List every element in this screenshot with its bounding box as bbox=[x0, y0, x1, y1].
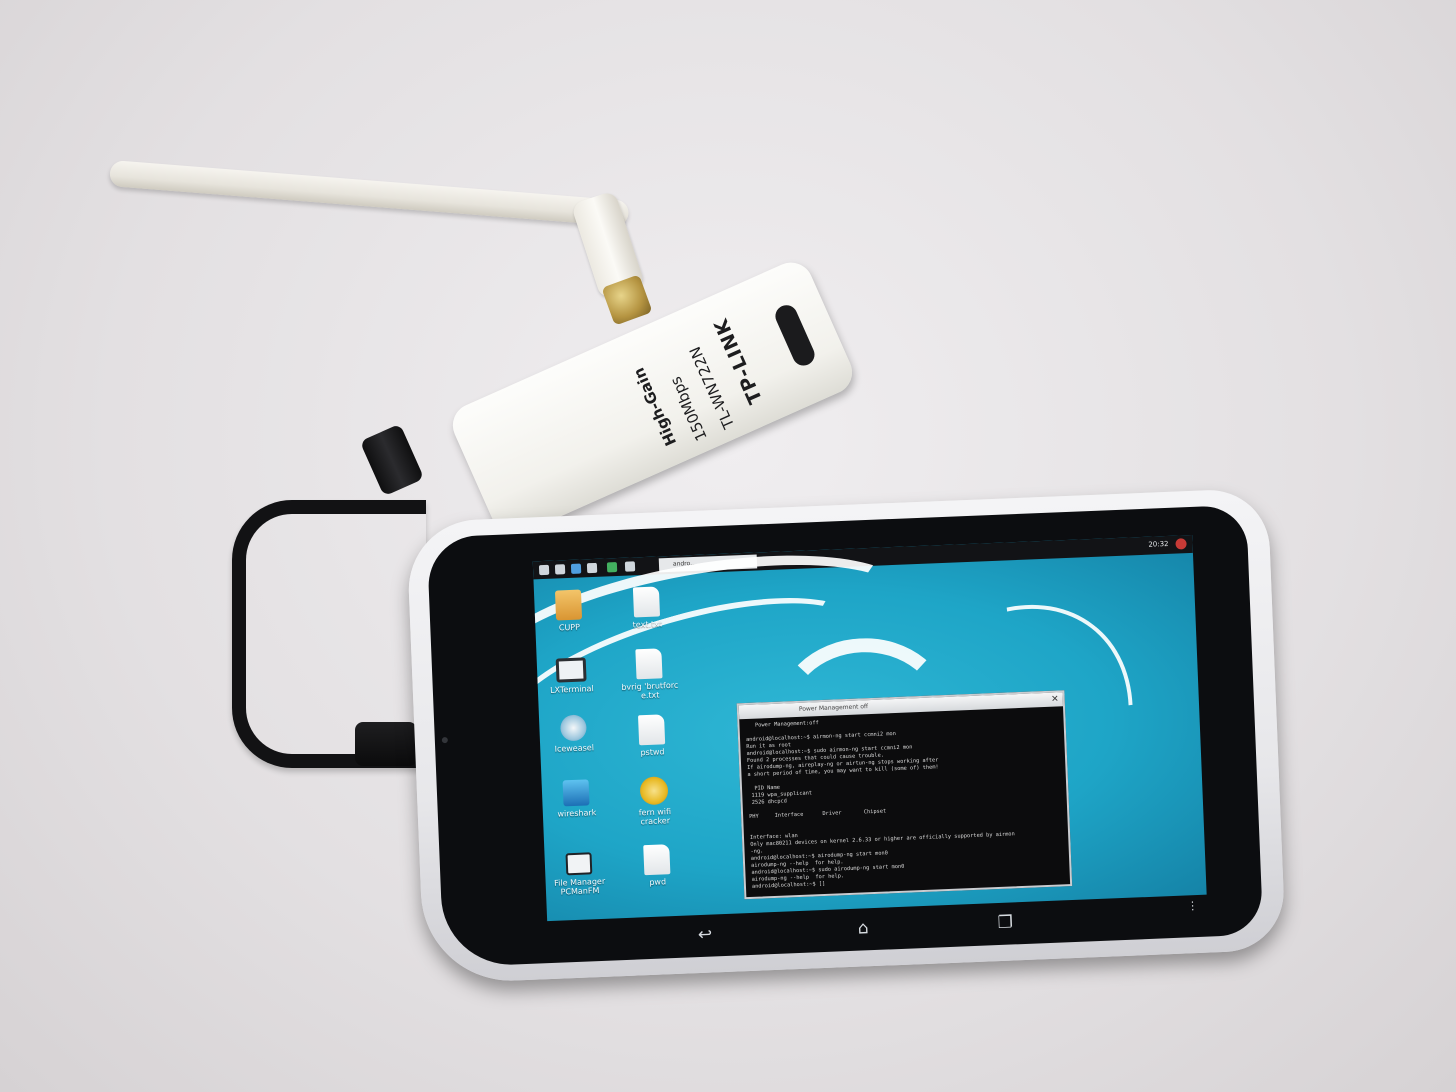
desktop-icon-lxterminal[interactable]: LXTerminal bbox=[538, 651, 604, 696]
desktop-icon[interactable] bbox=[624, 561, 636, 572]
micro-usb-plug bbox=[355, 722, 417, 766]
photo-scene: High-Gain 150Mbps TL-WN722N TP-LINK andr… bbox=[0, 0, 1456, 1092]
wifi-cracker-icon bbox=[639, 776, 669, 806]
home-icon[interactable]: ⌂ bbox=[857, 918, 869, 938]
terminal-output[interactable]: Power Management:off android@localhost:~… bbox=[739, 706, 1070, 895]
file-icon bbox=[632, 586, 661, 618]
settings-icon[interactable] bbox=[586, 562, 598, 574]
desktop-icon-file-manager[interactable]: File Manager PCManFM bbox=[546, 844, 612, 898]
usb-wifi-adapter: High-Gain 150Mbps TL-WN722N TP-LINK bbox=[445, 255, 860, 543]
overflow-menu-icon[interactable]: ⋮ bbox=[1187, 899, 1199, 912]
desktop-icon-label: wireshark bbox=[557, 808, 597, 819]
desktop-icon-pstwd[interactable]: pstwd bbox=[619, 714, 685, 759]
file-icon bbox=[638, 714, 666, 746]
file-icon bbox=[635, 648, 663, 680]
wifi-antenna bbox=[108, 160, 630, 227]
panel-clock: 20:32 bbox=[1148, 539, 1169, 549]
desktop-icon-cupp[interactable]: CUPP bbox=[536, 589, 602, 634]
power-icon[interactable] bbox=[1175, 538, 1187, 550]
desktop-icon-iceweasel[interactable]: Iceweasel bbox=[541, 714, 606, 755]
usb-female-socket bbox=[359, 423, 425, 497]
terminal-icon[interactable] bbox=[606, 562, 618, 573]
recents-icon[interactable]: ❐ bbox=[997, 912, 1013, 933]
globe-icon bbox=[559, 714, 587, 742]
desktop-icon-wireshark[interactable]: wireshark bbox=[544, 779, 609, 820]
close-icon[interactable]: ✕ bbox=[1051, 693, 1059, 705]
desktop-icon-label: fern wifi cracker bbox=[638, 807, 672, 827]
menu-icon[interactable] bbox=[538, 564, 550, 576]
file-icon bbox=[643, 844, 671, 876]
desktop-icon-text-txt[interactable]: text.txt bbox=[614, 586, 680, 631]
tablet-bezel: andro... 20:32 CUPP text.txt LXTerminal … bbox=[426, 504, 1264, 968]
desktop-icon-bvrig[interactable]: bvrig 'brutforc e.txt bbox=[616, 648, 682, 702]
desktop-icon-pwd[interactable]: pwd bbox=[624, 843, 690, 888]
desktop-icon-label: pstwd bbox=[640, 747, 665, 758]
terminal-title: Power Management off bbox=[798, 703, 869, 713]
adapter-lanyard-slot bbox=[771, 301, 819, 370]
back-icon[interactable]: ↩ bbox=[697, 925, 712, 946]
desktop-icon-label: bvrig 'brutforc e.txt bbox=[621, 680, 679, 701]
file-manager-glyph-icon bbox=[565, 852, 593, 876]
front-camera bbox=[441, 736, 448, 744]
android-tablet: andro... 20:32 CUPP text.txt LXTerminal … bbox=[406, 487, 1286, 985]
terminal-window[interactable]: Power Management off ✕ Power Management:… bbox=[736, 690, 1073, 900]
file-manager-icon[interactable] bbox=[554, 564, 566, 575]
desktop-icon-label: pwd bbox=[649, 877, 667, 888]
monitor-icon bbox=[555, 657, 587, 683]
desktop-icon-fern-wifi-cracker[interactable]: fern wifi cracker bbox=[622, 775, 688, 827]
tablet-screen: andro... 20:32 CUPP text.txt LXTerminal … bbox=[532, 534, 1207, 922]
desktop-icon-label: File Manager PCManFM bbox=[553, 876, 606, 897]
folder-icon bbox=[554, 589, 583, 621]
browser-icon[interactable] bbox=[570, 563, 582, 574]
wireshark-icon bbox=[562, 779, 590, 807]
